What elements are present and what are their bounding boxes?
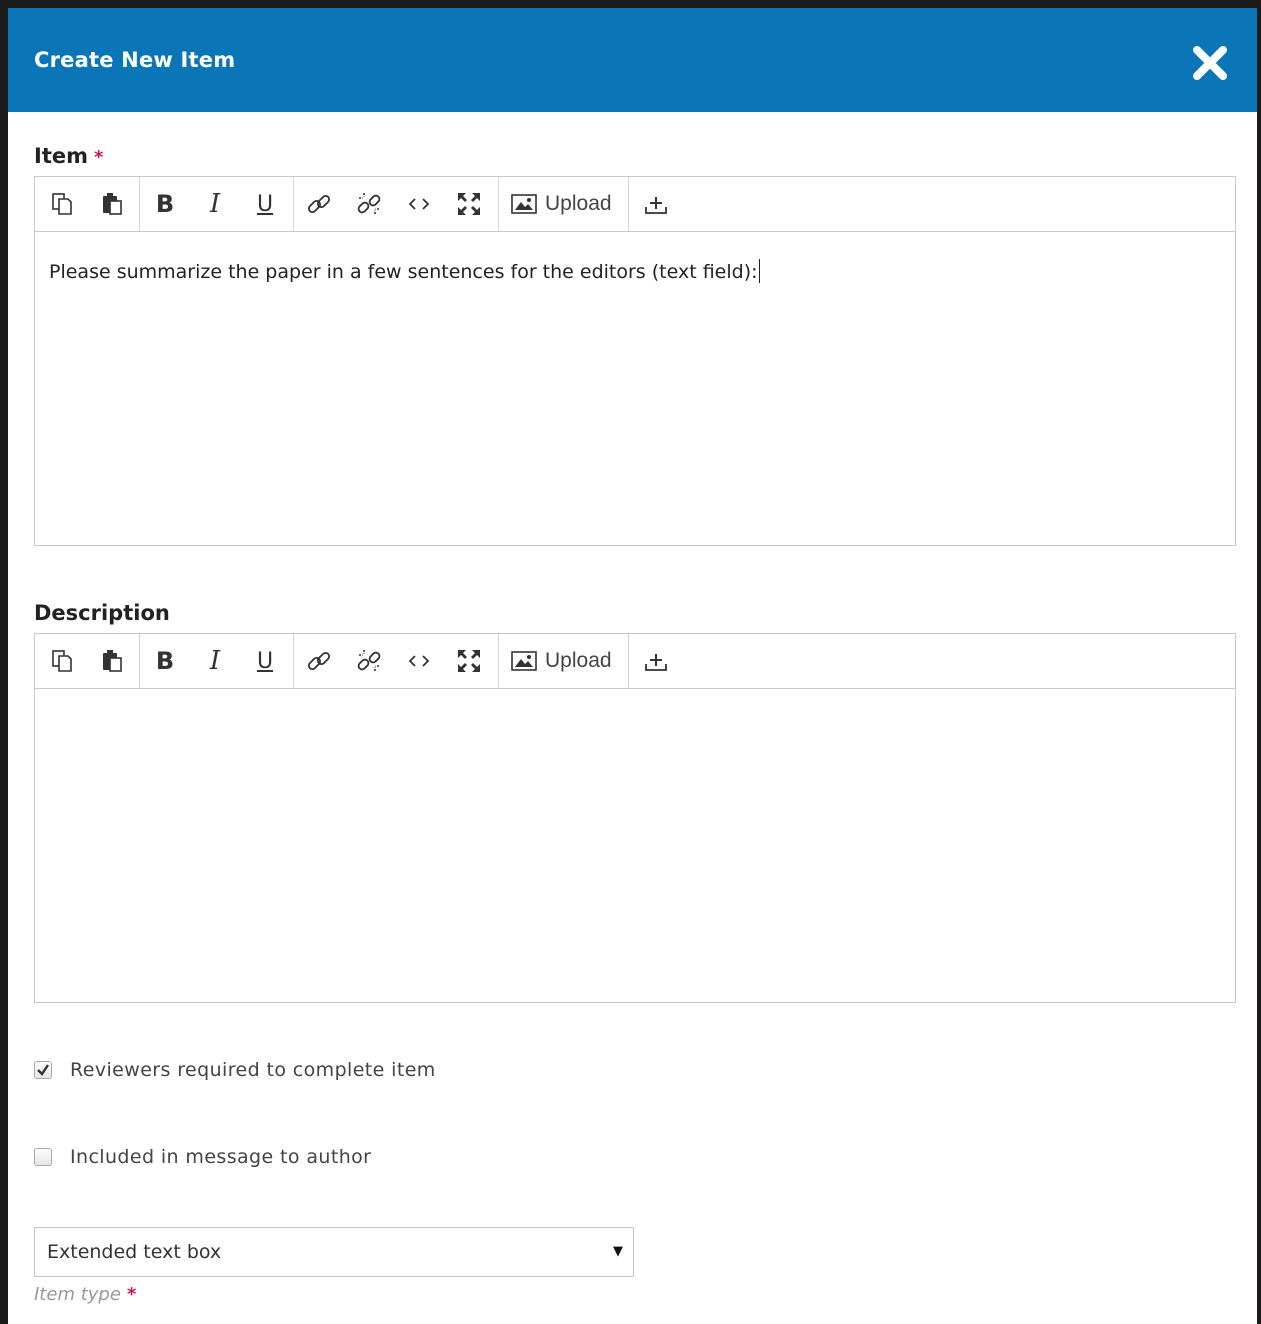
description-editor[interactable]: B I U Upload	[34, 633, 1236, 1003]
format-group: B I U	[140, 177, 294, 231]
italic-button[interactable]: I	[198, 187, 232, 221]
item-label: Item *	[34, 144, 103, 168]
close-button[interactable]	[1189, 42, 1231, 84]
unlink-button[interactable]	[352, 644, 386, 678]
paste-icon	[103, 650, 122, 672]
dropdown-arrow-icon: ▼	[613, 1244, 623, 1259]
insert-icon	[645, 197, 667, 214]
bold-icon: B	[155, 647, 175, 675]
source-code-button[interactable]	[402, 187, 436, 221]
description-editor-toolbar: B I U Upload	[35, 634, 1235, 689]
paste-icon	[103, 193, 122, 215]
fullscreen-button[interactable]	[452, 187, 486, 221]
code-icon	[408, 655, 430, 667]
upload-label: Upload	[545, 192, 612, 215]
link-button[interactable]	[302, 644, 336, 678]
paste-button[interactable]	[95, 187, 129, 221]
italic-icon: I	[209, 646, 221, 676]
paste-button[interactable]	[95, 644, 129, 678]
item-editor-toolbar: B I U Upload	[35, 177, 1235, 232]
upload-group: Upload	[499, 177, 629, 231]
item-label-text: Item	[34, 144, 88, 168]
image-icon	[511, 651, 537, 671]
upload-label: Upload	[545, 649, 612, 672]
bold-button[interactable]: B	[148, 644, 182, 678]
italic-icon: I	[209, 189, 221, 219]
reviewers-required-checkbox[interactable]	[34, 1061, 52, 1079]
item-type-label-text: Item type	[34, 1284, 121, 1305]
item-type-select[interactable]: Extended text box ▼	[34, 1227, 634, 1277]
bold-button[interactable]: B	[148, 187, 182, 221]
description-label-text: Description	[34, 601, 170, 625]
underline-button[interactable]: U	[248, 187, 282, 221]
clipboard-group	[35, 177, 140, 231]
upload-group: Upload	[499, 634, 629, 688]
upload-button[interactable]: Upload	[511, 187, 612, 221]
included-in-message-label: Included in message to author	[70, 1146, 372, 1168]
copy-icon	[52, 193, 72, 215]
insert-button[interactable]	[639, 644, 673, 678]
fullscreen-icon	[458, 650, 480, 672]
underline-icon: U	[256, 648, 274, 674]
underline-icon: U	[256, 191, 274, 217]
link-group	[294, 177, 499, 231]
fullscreen-button[interactable]	[452, 644, 486, 678]
underline-button[interactable]: U	[248, 644, 282, 678]
link-group	[294, 634, 499, 688]
link-button[interactable]	[302, 187, 336, 221]
item-editor-content[interactable]: Please summarize the paper in a few sent…	[35, 232, 1235, 545]
insert-icon	[645, 654, 667, 671]
close-icon	[1193, 46, 1227, 80]
upload-button[interactable]: Upload	[511, 644, 612, 678]
reviewers-required-label: Reviewers required to complete item	[70, 1059, 436, 1081]
image-icon	[511, 194, 537, 214]
copy-icon	[52, 650, 72, 672]
included-in-message-row: Included in message to author	[34, 1146, 371, 1168]
unlink-icon	[357, 650, 381, 671]
code-icon	[408, 198, 430, 210]
description-label: Description	[34, 601, 170, 625]
item-editor[interactable]: B I U Upload Please summarize the paper …	[34, 176, 1236, 546]
copy-button[interactable]	[45, 187, 79, 221]
insert-button[interactable]	[639, 187, 673, 221]
reviewers-required-row: Reviewers required to complete item	[34, 1059, 436, 1081]
required-marker: *	[126, 1284, 137, 1305]
create-item-dialog: Create New Item Item * B I U Upload Plea…	[0, 0, 1261, 1324]
dialog-title: Create New Item	[34, 48, 236, 72]
item-content-text: Please summarize the paper in a few sent…	[49, 261, 758, 283]
checkmark-icon	[37, 1064, 49, 1076]
format-group: B I U	[140, 634, 294, 688]
text-caret	[758, 259, 760, 283]
source-code-button[interactable]	[402, 644, 436, 678]
copy-button[interactable]	[45, 644, 79, 678]
unlink-button[interactable]	[352, 187, 386, 221]
dialog-header: Create New Item	[8, 8, 1257, 112]
item-type-value: Extended text box	[47, 1241, 222, 1263]
required-marker: *	[93, 147, 104, 168]
description-editor-content[interactable]	[35, 689, 1235, 1002]
fullscreen-icon	[458, 193, 480, 215]
item-type-label: Item type *	[34, 1284, 136, 1305]
clipboard-group	[35, 634, 140, 688]
link-icon	[307, 651, 331, 671]
italic-button[interactable]: I	[198, 644, 232, 678]
link-icon	[307, 194, 331, 214]
included-in-message-checkbox[interactable]	[34, 1148, 52, 1166]
unlink-icon	[357, 193, 381, 214]
bold-icon: B	[155, 190, 175, 218]
